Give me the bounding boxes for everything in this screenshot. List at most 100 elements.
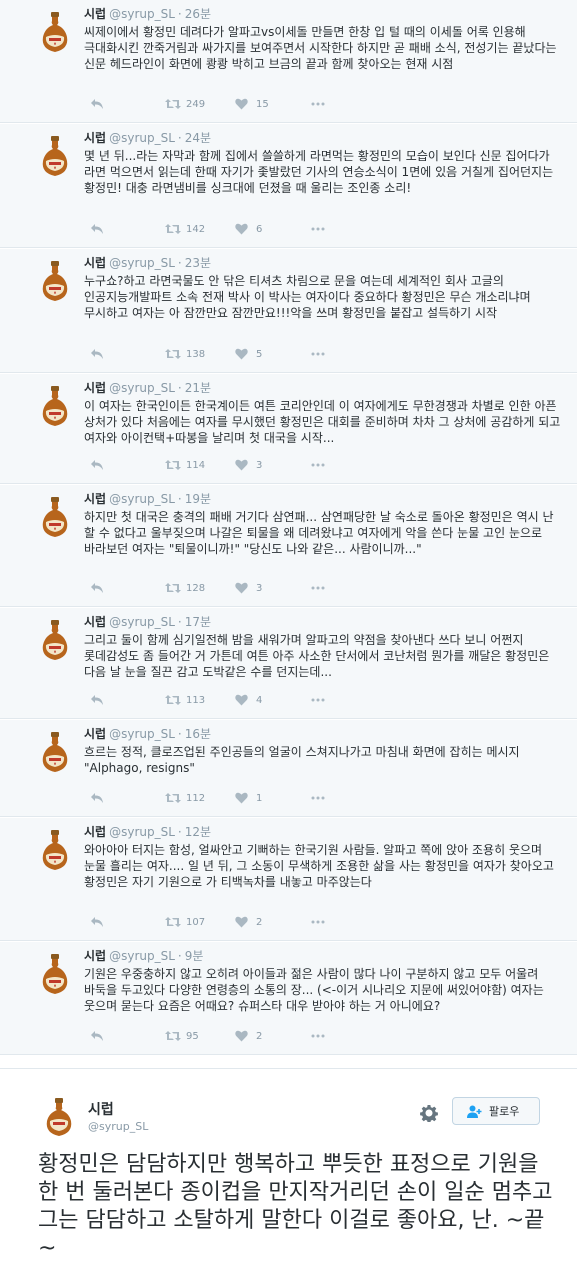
heart-icon[interactable]	[235, 348, 248, 362]
more-icon[interactable]	[311, 916, 325, 930]
author-name[interactable]: 시럽	[84, 492, 106, 506]
retweet-count: 95	[186, 1031, 199, 1042]
tweet-header: 시럽 @syrup_SL · 23분	[84, 256, 211, 271]
syrup-bottle-avatar[interactable]	[33, 618, 77, 662]
like-count: 15	[256, 99, 269, 110]
syrup-bottle-avatar[interactable]	[33, 952, 77, 996]
author-handle[interactable]: @syrup_SL	[109, 256, 175, 270]
author-handle[interactable]: @syrup_SL	[109, 615, 175, 629]
retweet-icon[interactable]	[165, 1030, 181, 1044]
syrup-bottle-avatar[interactable]	[33, 730, 77, 774]
syrup-bottle-avatar[interactable]	[33, 259, 77, 303]
reply-icon[interactable]	[90, 459, 104, 473]
tweet-timestamp[interactable]: 17분	[185, 615, 211, 629]
follow-button[interactable]: 팔로우	[452, 1097, 540, 1125]
tweet-header: 시럽 @syrup_SL · 16분	[84, 727, 211, 742]
author-handle[interactable]: @syrup_SL	[88, 1120, 148, 1133]
heart-icon[interactable]	[235, 459, 248, 473]
tweet[interactable]: 시럽 @syrup_SL · 9분 기원은 우중충하지 않고 오히려 아이들과 젊은 …	[0, 942, 577, 1055]
tweet[interactable]: 시럽 @syrup_SL · 19분 하지만 첫 대국은 충격의 패배 거기다 삼연패…	[0, 485, 577, 607]
retweet-count: 142	[186, 224, 206, 235]
heart-icon[interactable]	[235, 582, 248, 596]
follow-label: 팔로우	[489, 1105, 520, 1118]
reply-icon[interactable]	[90, 223, 104, 237]
author-name[interactable]: 시럽	[84, 7, 106, 21]
tweet-timestamp[interactable]: 24분	[185, 131, 211, 145]
reply-icon[interactable]	[90, 1030, 104, 1044]
tweet[interactable]: 시럽 @syrup_SL · 12분 와아아아 터지는 함성, 얼싸안고 기뻐하는 한…	[0, 818, 577, 941]
tweet-timestamp[interactable]: 26분	[185, 7, 211, 21]
like-count: 5	[256, 349, 263, 360]
separator-dot: ·	[177, 492, 182, 506]
tweet[interactable]: 시럽 @syrup_SL · 17분 그리고 둘이 함께 심기일전해 밤을 새워가며 …	[0, 608, 577, 719]
reply-icon[interactable]	[90, 694, 104, 708]
author-handle[interactable]: @syrup_SL	[109, 727, 175, 741]
more-icon[interactable]	[311, 459, 325, 473]
author-handle[interactable]: @syrup_SL	[109, 131, 175, 145]
heart-icon[interactable]	[235, 98, 248, 112]
more-icon[interactable]	[311, 1030, 325, 1044]
syrup-bottle-avatar[interactable]	[33, 384, 77, 428]
author-handle[interactable]: @syrup_SL	[109, 381, 175, 395]
retweet-icon[interactable]	[165, 223, 181, 237]
main-tweet[interactable]: 시럽 @syrup_SL 팔로우 황정민은 담담하지만 행복하고 뿌듯한 표정으…	[0, 1068, 577, 1267]
tweet[interactable]: 시럽 @syrup_SL · 23분 누구쇼?하고 라면국물도 안 닦은 티셔츠 차림…	[0, 249, 577, 373]
retweet-icon[interactable]	[165, 459, 181, 473]
reply-icon[interactable]	[90, 792, 104, 806]
author-handle[interactable]: @syrup_SL	[109, 492, 175, 506]
separator-dot: ·	[177, 7, 182, 21]
separator-dot: ·	[177, 381, 182, 395]
reply-icon[interactable]	[90, 582, 104, 596]
author-name[interactable]: 시럽	[84, 615, 106, 629]
tweet[interactable]: 시럽 @syrup_SL · 24분 몇 년 뒤...라는 자막과 함께 집에서 쓸쓸…	[0, 124, 577, 248]
tweet-timestamp[interactable]: 21분	[185, 381, 211, 395]
tweet-header: 시럽 @syrup_SL · 19분	[84, 492, 211, 507]
tweet[interactable]: 시럽 @syrup_SL · 16분 흐르는 정적, 클로즈업된 주인공들의 얼굴이 …	[0, 720, 577, 817]
retweet-icon[interactable]	[165, 916, 181, 930]
author-name[interactable]: 시럽	[84, 727, 106, 741]
syrup-bottle-avatar[interactable]	[42, 1097, 76, 1137]
heart-icon[interactable]	[235, 694, 248, 708]
reply-icon[interactable]	[90, 98, 104, 112]
author-name[interactable]: 시럽	[84, 256, 106, 270]
retweet-icon[interactable]	[165, 348, 181, 362]
more-icon[interactable]	[311, 348, 325, 362]
retweet-icon[interactable]	[165, 694, 181, 708]
syrup-bottle-avatar[interactable]	[33, 10, 77, 54]
retweet-icon[interactable]	[165, 582, 181, 596]
heart-icon[interactable]	[235, 916, 248, 930]
author-handle[interactable]: @syrup_SL	[109, 825, 175, 839]
reply-icon[interactable]	[90, 348, 104, 362]
more-icon[interactable]	[311, 582, 325, 596]
more-icon[interactable]	[311, 694, 325, 708]
author-name[interactable]: 시럽	[84, 949, 106, 963]
tweet-timestamp[interactable]: 19분	[185, 492, 211, 506]
retweet-icon[interactable]	[165, 792, 181, 806]
author-name[interactable]: 시럽	[84, 131, 106, 145]
reply-icon[interactable]	[90, 916, 104, 930]
more-icon[interactable]	[311, 98, 325, 112]
retweet-count: 107	[186, 917, 206, 928]
like-count: 2	[256, 1031, 263, 1042]
author-name[interactable]: 시럽	[84, 381, 106, 395]
tweet-timestamp[interactable]: 16분	[185, 727, 211, 741]
tweet[interactable]: 시럽 @syrup_SL · 26분 씨제이에서 황정민 데려다가 알파고vs이세돌 …	[0, 0, 577, 123]
tweet-timestamp[interactable]: 23분	[185, 256, 211, 270]
syrup-bottle-avatar[interactable]	[33, 134, 77, 178]
author-name[interactable]: 시럽	[88, 1099, 114, 1119]
more-icon[interactable]	[311, 792, 325, 806]
author-handle[interactable]: @syrup_SL	[109, 7, 175, 21]
tweet[interactable]: 시럽 @syrup_SL · 21분 이 여자는 한국인이든 한국계이든 여튼 코리안…	[0, 374, 577, 484]
gear-icon[interactable]	[420, 1104, 438, 1122]
syrup-bottle-avatar[interactable]	[33, 828, 77, 872]
retweet-icon[interactable]	[165, 98, 181, 112]
tweet-timestamp[interactable]: 12분	[185, 825, 211, 839]
tweet-timestamp[interactable]: 9분	[185, 949, 204, 963]
syrup-bottle-avatar[interactable]	[33, 495, 77, 539]
more-icon[interactable]	[311, 223, 325, 237]
author-name[interactable]: 시럽	[84, 825, 106, 839]
heart-icon[interactable]	[235, 792, 248, 806]
author-handle[interactable]: @syrup_SL	[109, 949, 175, 963]
heart-icon[interactable]	[235, 223, 248, 237]
heart-icon[interactable]	[235, 1030, 248, 1044]
